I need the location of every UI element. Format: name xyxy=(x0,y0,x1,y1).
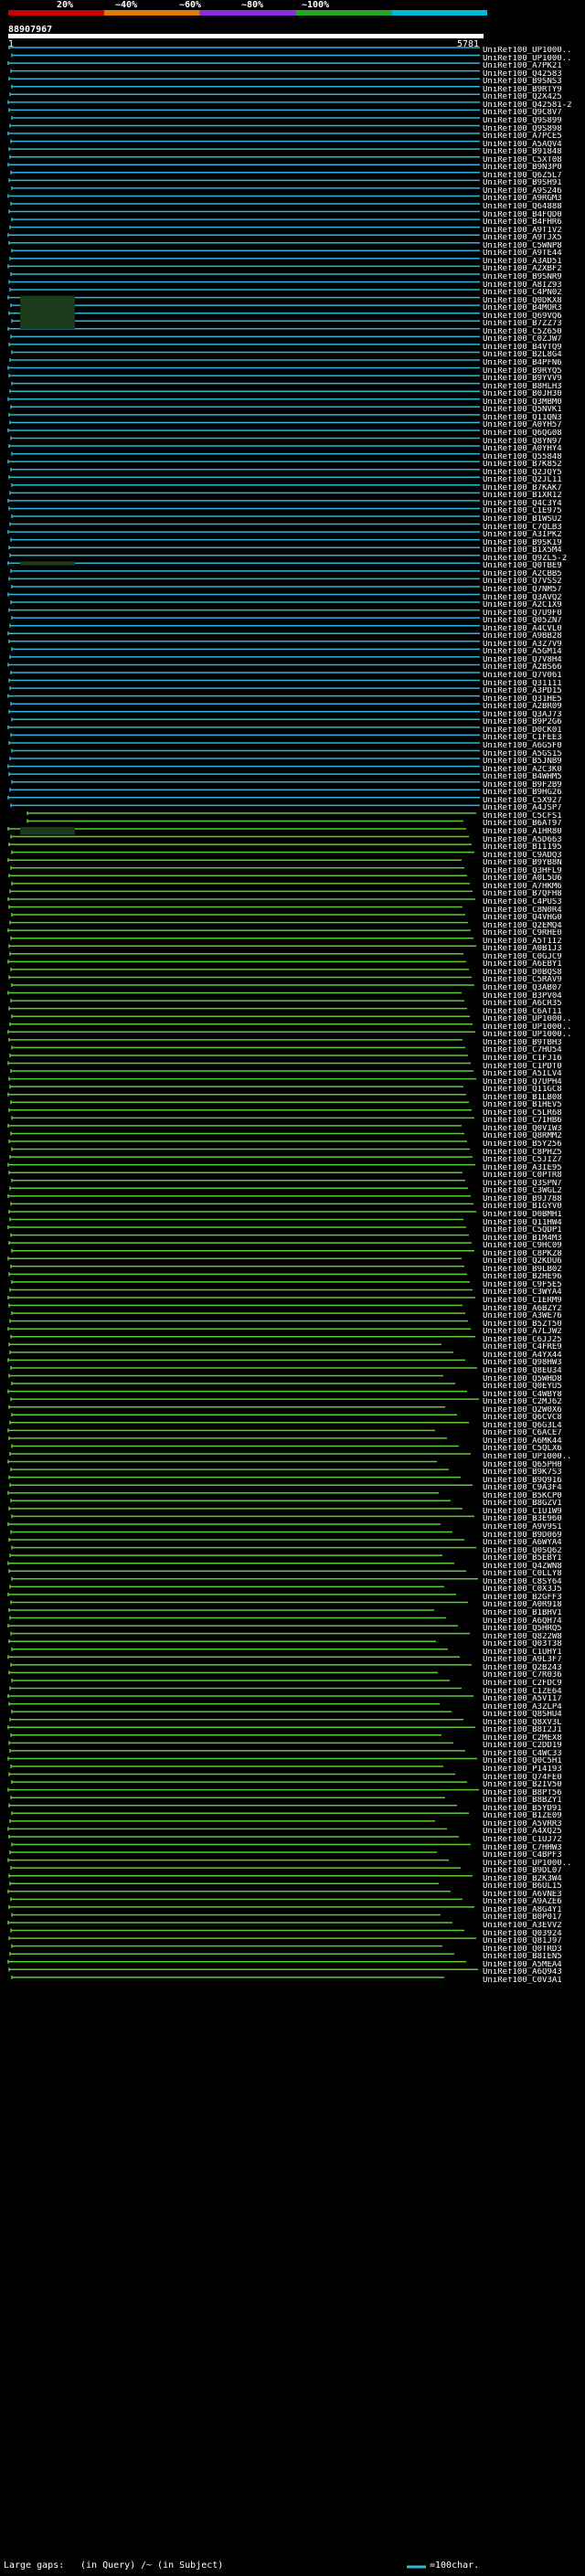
legend-in-subject: /~ (in Subject) xyxy=(141,2560,224,2571)
blast-graphic-overview: 20% ~40% ~60% ~80% ~100% 88907967 1 5781… xyxy=(0,0,585,2576)
hit-label[interactable]: UniRef100_C0V3A1 xyxy=(483,1977,585,1985)
gap-block xyxy=(20,295,75,329)
legend-large-gaps: Large gaps: xyxy=(4,2560,65,2571)
legend-in-query: (in Query) xyxy=(80,2560,136,2571)
scale-bar-segment xyxy=(8,10,104,16)
scale-bar-segment xyxy=(199,10,296,16)
scale-bar-segment xyxy=(295,10,392,16)
query-bar xyxy=(8,34,484,38)
scale-bar-segment xyxy=(103,10,200,16)
gap-block xyxy=(20,561,75,566)
gap-block xyxy=(20,827,75,835)
legend-scale: =100char. xyxy=(430,2560,480,2571)
scale-bar-segment xyxy=(391,10,487,16)
